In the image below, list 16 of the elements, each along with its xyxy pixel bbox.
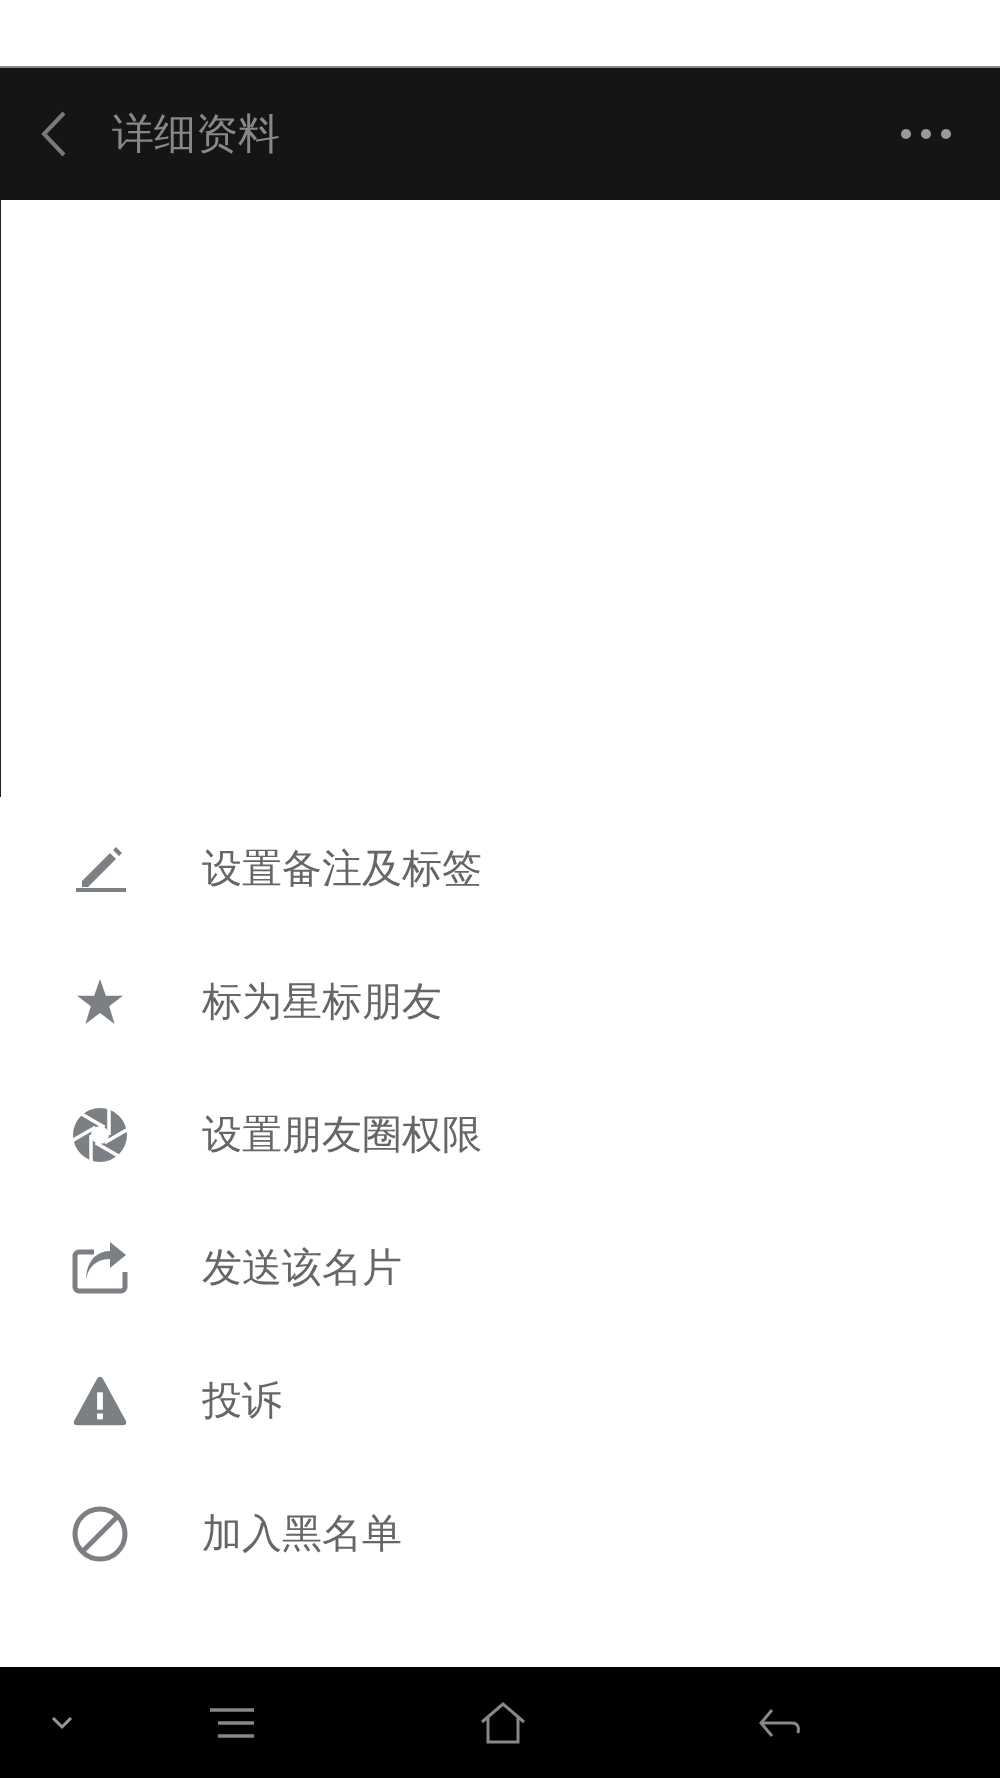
menu-icon — [209, 1707, 255, 1738]
chevron-down-icon — [51, 1715, 73, 1730]
menu-item[interactable]: 加入黑名单 — [0, 1467, 1000, 1600]
menu-item[interactable]: 设置朋友圈权限 — [0, 1068, 1000, 1201]
menu-item[interactable]: 投诉 — [0, 1334, 1000, 1467]
share-icon — [72, 1241, 128, 1294]
back-icon — [41, 111, 67, 157]
menu-item[interactable]: 设置备注及标签 — [0, 802, 1000, 935]
home-icon — [480, 1701, 526, 1744]
aperture-icon — [72, 1106, 128, 1163]
page-title: 详细资料 — [112, 108, 281, 160]
menu-item[interactable]: 发送该名片 — [0, 1201, 1000, 1334]
menu-item[interactable]: 标为星标朋友 — [0, 935, 1000, 1068]
ban-icon — [72, 1505, 128, 1562]
pencil-icon — [74, 844, 126, 893]
more-icon — [900, 128, 952, 140]
